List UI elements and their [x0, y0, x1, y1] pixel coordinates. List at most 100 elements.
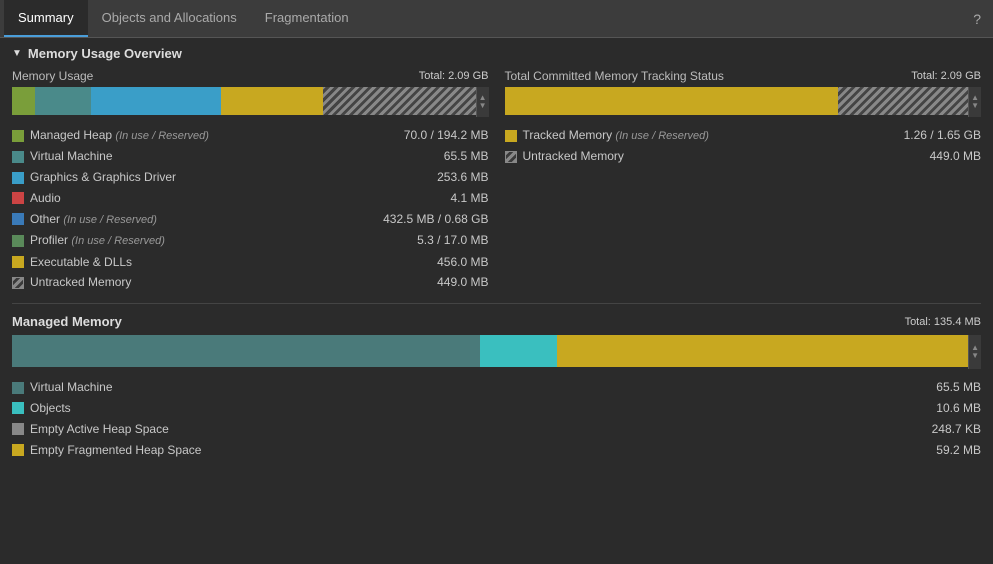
- main-content: ▼ Memory Usage Overview Memory Usage Tot…: [0, 38, 993, 564]
- bar-untracked-right: [838, 87, 968, 115]
- tab-bar: Summary Objects and Allocations Fragment…: [0, 0, 993, 38]
- legend-vm: Virtual Machine 65.5 MB: [12, 146, 489, 167]
- memory-bar-scroll[interactable]: ▲ ▼: [476, 87, 489, 117]
- tab-objects-allocations[interactable]: Objects and Allocations: [88, 0, 251, 37]
- swatch-vm: [12, 151, 24, 163]
- value-empty-fragmented: 59.2 MB: [936, 442, 981, 459]
- committed-bar: [505, 87, 969, 115]
- scroll-down-right-icon[interactable]: ▼: [971, 102, 979, 110]
- label-empty-fragmented: Empty Fragmented Heap Space: [30, 442, 201, 459]
- label-managed-vm: Virtual Machine: [30, 379, 113, 396]
- value-profiler: 5.3 / 17.0 MB: [417, 232, 488, 249]
- two-column-layout: Memory Usage Total: 2.09 GB ▲ ▼: [12, 69, 981, 293]
- bar-managed-vm: [12, 335, 480, 367]
- label-executable: Executable & DLLs: [30, 254, 132, 271]
- value-managed-objects: 10.6 MB: [936, 400, 981, 417]
- bar-untracked: [323, 87, 476, 115]
- legend-profiler: Profiler (In use / Reserved) 5.3 / 17.0 …: [12, 230, 489, 251]
- value-executable: 456.0 MB: [437, 254, 488, 271]
- tab-summary[interactable]: Summary: [4, 0, 88, 37]
- col-committed-memory: Total Committed Memory Tracking Status T…: [505, 69, 982, 293]
- managed-memory-title: Managed Memory: [12, 314, 122, 329]
- section-title-memory-overview: Memory Usage Overview: [28, 46, 182, 61]
- label-other: Other (In use / Reserved): [30, 211, 157, 228]
- legend-audio: Audio 4.1 MB: [12, 188, 489, 209]
- swatch-tracked: [505, 130, 517, 142]
- value-tracked: 1.26 / 1.65 GB: [904, 127, 981, 144]
- col-memory-usage: Memory Usage Total: 2.09 GB ▲ ▼: [12, 69, 489, 293]
- committed-bar-scroll[interactable]: ▲ ▼: [968, 87, 981, 117]
- memory-usage-legend: Managed Heap (In use / Reserved) 70.0 / …: [12, 125, 489, 293]
- value-graphics: 253.6 MB: [437, 169, 488, 186]
- swatch-profiler: [12, 235, 24, 247]
- legend-managed-vm: Virtual Machine 65.5 MB: [12, 377, 981, 398]
- bar-managed-fragmented: [557, 335, 968, 367]
- value-managed-heap: 70.0 / 194.2 MB: [404, 127, 489, 144]
- legend-tracked: Tracked Memory (In use / Reserved) 1.26 …: [505, 125, 982, 146]
- managed-memory-legend: Virtual Machine 65.5 MB Objects 10.6 MB …: [12, 377, 981, 460]
- label-untracked-left: Untracked Memory: [30, 274, 131, 291]
- managed-memory-header: Managed Memory Total: 135.4 MB: [12, 314, 981, 329]
- divider: [12, 303, 981, 304]
- label-managed-objects: Objects: [30, 400, 71, 417]
- managed-memory-total: Total: 135.4 MB: [905, 316, 981, 328]
- legend-managed-objects: Objects 10.6 MB: [12, 398, 981, 419]
- bar-managed-heap: [12, 87, 35, 115]
- swatch-managed-heap: [12, 130, 24, 142]
- section-header-memory-overview: ▼ Memory Usage Overview: [12, 46, 981, 61]
- memory-usage-bar: [12, 87, 476, 115]
- swatch-empty-active: [12, 423, 24, 435]
- swatch-untracked-left: [12, 277, 24, 289]
- legend-executable: Executable & DLLs 456.0 MB: [12, 252, 489, 273]
- help-icon[interactable]: ?: [965, 7, 989, 31]
- label-graphics: Graphics & Graphics Driver: [30, 169, 176, 186]
- subsection-committed-header: Total Committed Memory Tracking Status T…: [505, 69, 982, 83]
- legend-other: Other (In use / Reserved) 432.5 MB / 0.6…: [12, 209, 489, 230]
- swatch-managed-objects: [12, 402, 24, 414]
- value-managed-vm: 65.5 MB: [936, 379, 981, 396]
- label-empty-active: Empty Active Heap Space: [30, 421, 169, 438]
- memory-usage-total: Total: 2.09 GB: [419, 70, 489, 82]
- value-audio: 4.1 MB: [450, 190, 488, 207]
- value-untracked-right: 449.0 MB: [930, 148, 981, 165]
- label-managed-heap: Managed Heap (In use / Reserved): [30, 127, 209, 144]
- scroll-down-managed-icon[interactable]: ▼: [971, 352, 979, 360]
- value-empty-active: 248.7 KB: [932, 421, 981, 438]
- legend-empty-fragmented: Empty Fragmented Heap Space 59.2 MB: [12, 440, 981, 461]
- value-vm: 65.5 MB: [444, 148, 489, 165]
- subsection-memory-usage-header: Memory Usage Total: 2.09 GB: [12, 69, 489, 83]
- committed-legend: Tracked Memory (In use / Reserved) 1.26 …: [505, 125, 982, 167]
- committed-total: Total: 2.09 GB: [911, 70, 981, 82]
- swatch-graphics: [12, 172, 24, 184]
- tab-fragmentation[interactable]: Fragmentation: [251, 0, 363, 37]
- label-audio: Audio: [30, 190, 61, 207]
- label-untracked-right: Untracked Memory: [523, 148, 624, 165]
- swatch-audio: [12, 192, 24, 204]
- managed-memory-bar: [12, 335, 968, 367]
- bar-tracked: [505, 87, 839, 115]
- legend-empty-active: Empty Active Heap Space 248.7 KB: [12, 419, 981, 440]
- swatch-untracked-right: [505, 151, 517, 163]
- swatch-empty-fragmented: [12, 444, 24, 456]
- bar-graphics: [91, 87, 221, 115]
- managed-bar-scroll[interactable]: ▲ ▼: [968, 335, 981, 369]
- scroll-down-icon[interactable]: ▼: [479, 102, 487, 110]
- committed-title: Total Committed Memory Tracking Status: [505, 69, 724, 83]
- bar-managed-objects: [480, 335, 556, 367]
- swatch-other: [12, 213, 24, 225]
- value-other: 432.5 MB / 0.68 GB: [383, 211, 488, 228]
- section-arrow: ▼: [12, 48, 22, 59]
- swatch-executable: [12, 256, 24, 268]
- label-profiler: Profiler (In use / Reserved): [30, 232, 165, 249]
- legend-graphics: Graphics & Graphics Driver 253.6 MB: [12, 167, 489, 188]
- swatch-managed-vm: [12, 382, 24, 394]
- label-tracked: Tracked Memory (In use / Reserved): [523, 127, 709, 144]
- legend-managed-heap: Managed Heap (In use / Reserved) 70.0 / …: [12, 125, 489, 146]
- legend-untracked-right: Untracked Memory 449.0 MB: [505, 146, 982, 167]
- legend-untracked-left: Untracked Memory 449.0 MB: [12, 272, 489, 293]
- label-vm: Virtual Machine: [30, 148, 113, 165]
- value-untracked-left: 449.0 MB: [437, 274, 488, 291]
- bar-vm: [35, 87, 91, 115]
- bar-executable: [221, 87, 323, 115]
- memory-usage-title: Memory Usage: [12, 69, 93, 83]
